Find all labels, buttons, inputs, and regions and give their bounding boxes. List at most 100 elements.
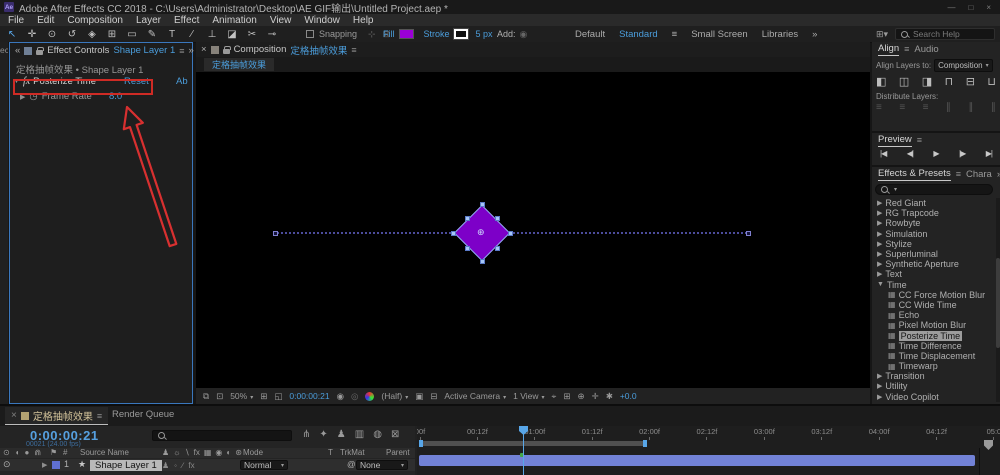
panel-menu-icon[interactable]: ≡ [904,44,909,54]
motion-blur-icon[interactable]: ◍ [373,429,382,440]
effects-tree-row[interactable]: ▦ Posterize Time [872,330,996,340]
about-link[interactable]: Ab [176,76,188,87]
exposure-icon[interactable]: ✱ [606,391,613,402]
distribute-bottom-icon[interactable]: ≡ [923,102,929,113]
quality-icon[interactable]: ∖ [185,448,190,457]
stroke-color-swatch[interactable] [454,29,468,39]
close-button[interactable]: × [986,3,991,12]
add-icon[interactable]: ◉ [520,29,528,40]
snapping-checkbox[interactable] [306,30,314,38]
align-vcenter-icon[interactable]: ⊟ [966,75,975,88]
frame-blend-icon[interactable]: ▦ [204,448,212,457]
zoom-dropdown[interactable]: 50%▾ [230,391,253,401]
handle-bottomleft[interactable] [465,246,470,251]
menu-item[interactable]: Effect [174,15,199,26]
tree-expander-icon[interactable]: ▶ [877,260,882,268]
layer-expander-icon[interactable]: ▶ [42,461,47,469]
path-end-keyframe[interactable] [746,231,751,236]
mask-visibility-icon[interactable]: ⊟ [430,391,437,402]
comp-mini-flowchart-icon[interactable]: ⋔ [302,429,310,440]
handle-right[interactable] [508,231,513,236]
effects-tree-row[interactable]: ▶ Transition [872,371,996,381]
workspace-menu-icon[interactable]: ≡ [672,29,678,40]
zoom-tool[interactable]: ⊙ [42,29,62,40]
workspace-standard[interactable]: Standard [619,29,658,40]
effects-tree-row[interactable]: ▼ Time [872,280,996,290]
handle-topright[interactable] [495,216,500,221]
tab-audio[interactable]: Audio [914,44,938,55]
tab-render-queue[interactable]: Render Queue [112,409,174,420]
lock-icon[interactable] [36,50,43,55]
frame-blending-icon[interactable]: ▥ [355,429,364,440]
shy-icon[interactable]: ♟ [162,448,169,457]
menu-item[interactable]: Window [304,15,340,26]
menu-item[interactable]: Animation [212,15,256,26]
project-panel-sliver[interactable]: ect [0,42,8,404]
audio-icon[interactable]: ◖ [15,448,20,457]
handle-bottom[interactable] [480,259,485,264]
menu-item[interactable]: File [8,15,24,26]
align-right-icon[interactable]: ◨ [922,75,932,88]
rotation-tool[interactable]: ↺ [62,29,82,40]
draft-3d-icon[interactable]: ✦ [319,429,327,440]
prev-frame-button[interactable]: ◀| [907,149,913,158]
selection-tool[interactable]: ↖ [2,29,22,40]
panel-menu-icon[interactable]: ≡ [351,45,356,55]
workspace-libraries[interactable]: Libraries [762,29,798,40]
align-hcenter-icon[interactable]: ◫ [899,75,909,88]
hand-tool[interactable]: ✛ [22,29,42,40]
mode-column[interactable]: Mode [243,448,263,457]
effects-tree-row[interactable]: ▦ CC Wide Time [872,300,996,310]
3d-layer-icon[interactable]: ⊛ [235,448,242,457]
tab-effects-presets[interactable]: Effects & Presets [878,168,951,181]
lock-icon[interactable]: ⋒ [34,448,41,457]
tree-expander-icon[interactable]: ▶ [877,393,882,401]
camera-dropdown[interactable]: Active Camera▾ [444,391,506,401]
eye-icon[interactable]: ⊙ [3,448,10,457]
search-help-box[interactable]: Search Help [895,28,995,40]
tree-expander-icon[interactable]: ▶ [877,199,882,207]
tree-expander-icon[interactable]: ▦ [888,300,896,309]
shape-tool[interactable]: ▭ [122,29,142,40]
anchor-point-icon[interactable]: ⊕ [477,227,485,238]
workspace-small-screen[interactable]: Small Screen [691,29,748,40]
panel-overflow-icon[interactable]: » [189,45,194,56]
comp-navigator-tab[interactable]: 定格抽帧效果 [204,58,274,71]
magnification-menu-icon[interactable]: ⧉ [203,391,209,402]
menu-item[interactable]: Composition [67,15,123,26]
panel-title[interactable]: Effect Controls [47,45,109,56]
distribute-top-icon[interactable]: ≡ [876,102,882,113]
quality-icon[interactable]: ♟ [162,461,169,470]
tree-expander-icon[interactable]: ▶ [877,372,882,380]
tab-character[interactable]: Chara [966,169,992,180]
panel-menu-icon[interactable]: ≡ [917,135,922,145]
region-of-interest-icon[interactable]: ◱ [274,391,282,402]
tree-expander-icon[interactable]: ▦ [888,351,896,360]
play-button[interactable]: ▶ [933,149,938,158]
effects-tree-row[interactable]: ▶ Synthetic Aperture [872,259,996,269]
layer-color-chip[interactable] [52,461,60,469]
shy-layers-icon[interactable]: ♟ [337,429,346,440]
handle-top[interactable] [480,202,485,207]
panel-back-icon[interactable]: « [15,45,20,56]
handle-bottomright[interactable] [495,246,500,251]
tree-expander-icon[interactable]: ▶ [877,270,882,278]
effects-tree-row[interactable]: ▶ Utility [872,381,996,391]
tree-expander-icon[interactable]: ▶ [877,209,882,217]
effects-tree-row[interactable]: ▦ Echo [872,310,996,320]
motion-blur-icon[interactable]: ◉ [215,448,222,457]
stroke-width[interactable]: 5 px [476,29,493,39]
effects-tree-row[interactable]: ▶ Stylize [872,239,996,249]
label-flag-icon[interactable]: ⚑ [50,448,57,457]
effects-tree-row[interactable]: ▶ Superluminal [872,249,996,259]
source-name-column[interactable]: Source Name [80,448,129,457]
blend-mode-dropdown[interactable]: Normal▾ [240,460,288,470]
panel-menu-icon[interactable]: ≡ [97,411,102,421]
tree-expander-icon[interactable]: ▦ [888,362,896,371]
menu-item[interactable]: View [270,15,292,26]
layer-duration-bar[interactable] [419,455,975,466]
tree-expander-icon[interactable]: ▶ [877,219,882,227]
camera-tool[interactable]: ◈ [82,29,102,40]
next-frame-button[interactable]: |▶ [959,149,965,158]
current-time[interactable]: 0:00:00:21 [289,391,329,401]
